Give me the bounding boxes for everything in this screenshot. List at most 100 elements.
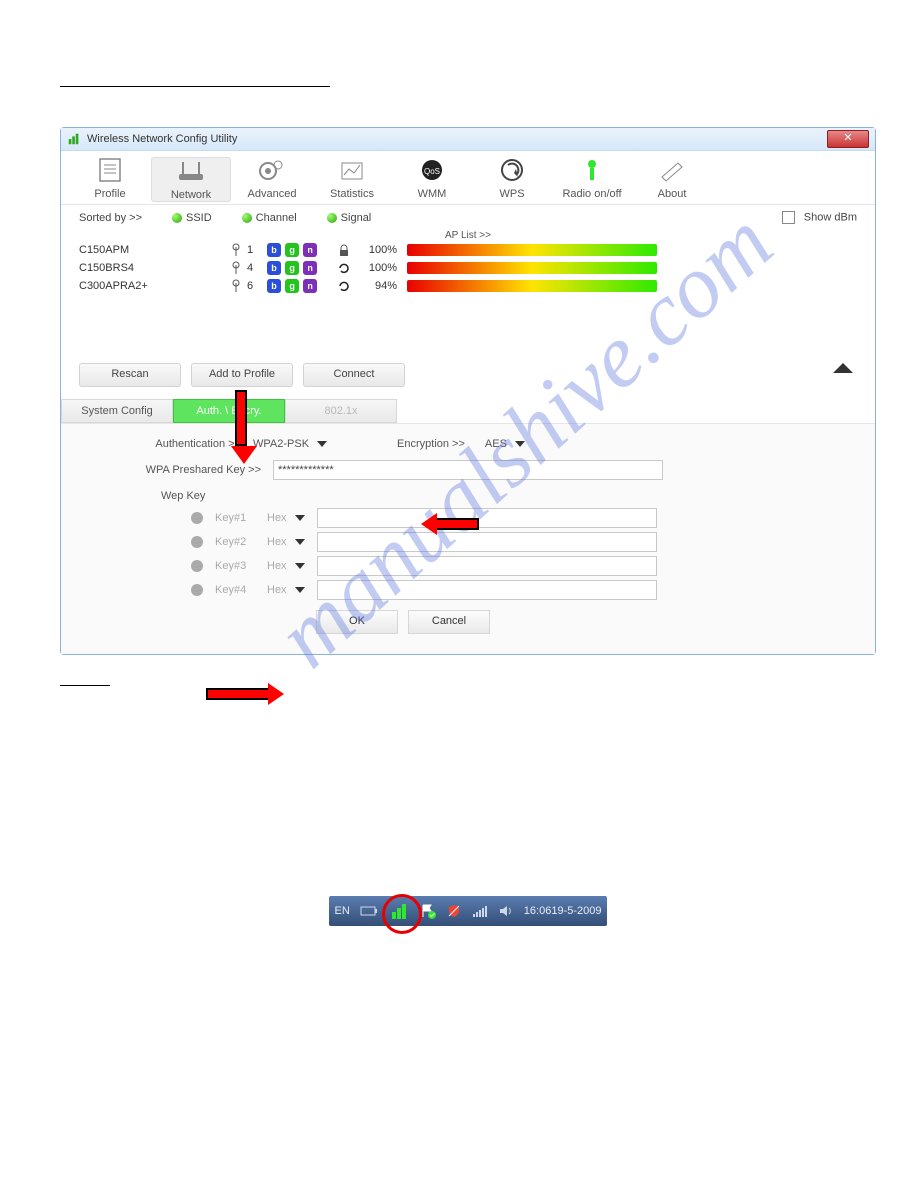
signal-bar <box>407 244 657 256</box>
tab-system-config[interactable]: System Config <box>61 399 173 423</box>
wep-key-row: Key#2 Hex <box>191 532 845 552</box>
wep-key-input[interactable] <box>317 580 657 600</box>
show-dbm-check[interactable]: Show dBm <box>782 211 857 224</box>
tray-power-icon[interactable] <box>360 904 378 918</box>
tab-network[interactable]: Network <box>151 157 231 202</box>
radio-icon[interactable] <box>191 536 203 548</box>
mode-n-icon: n <box>303 261 317 275</box>
tab-8021x[interactable]: 802.1x <box>285 399 397 423</box>
collapse-toggle[interactable] <box>833 363 857 377</box>
radio-icon <box>574 157 610 183</box>
titlebar: Wireless Network Config Utility ✕ <box>61 128 875 151</box>
ap-row[interactable]: C150APM 1 b g n 100% <box>61 241 875 259</box>
wep-key-type-dropdown[interactable]: Hex <box>267 512 305 524</box>
tab-radio[interactable]: Radio on/off <box>553 157 631 202</box>
wps-icon <box>494 157 530 183</box>
system-tray: EN 16:06 19-5-2009 <box>329 896 608 926</box>
psk-input[interactable] <box>273 460 663 480</box>
tab-statistics[interactable]: Statistics <box>313 157 391 202</box>
wep-key-type-dropdown[interactable]: Hex <box>267 536 305 548</box>
ap-signal: 100% <box>351 244 407 256</box>
tray-language[interactable]: EN <box>335 905 350 917</box>
wep-key-row: Key#3 Hex <box>191 556 845 576</box>
tab-wps[interactable]: WPS <box>473 157 551 202</box>
sort-ssid[interactable]: SSID <box>172 212 212 224</box>
tab-advanced[interactable]: Advanced <box>233 157 311 202</box>
main-toolbar: Profile Network Advanced Statistics QoS … <box>61 151 875 204</box>
mode-g-icon: g <box>285 261 299 275</box>
sort-channel[interactable]: Channel <box>242 212 297 224</box>
connect-button[interactable]: Connect <box>303 363 405 387</box>
chevron-down-icon <box>295 563 305 569</box>
mode-g-icon: g <box>285 279 299 293</box>
tab-about[interactable]: About <box>633 157 711 202</box>
add-to-profile-button[interactable]: Add to Profile <box>191 363 293 387</box>
ap-signal: 94% <box>351 280 407 292</box>
close-button[interactable]: ✕ <box>827 130 869 148</box>
doc-header-line <box>60 86 330 87</box>
page-separator <box>60 685 110 686</box>
wep-key-name: Key#4 <box>215 584 255 596</box>
wmm-icon: QoS <box>414 157 450 183</box>
tab-wmm[interactable]: QoS WMM <box>393 157 471 202</box>
filter-bar: Sorted by >> SSID Channel Signal Show dB… <box>61 204 875 230</box>
tray-clock[interactable]: 16:06 19-5-2009 <box>524 905 602 918</box>
advanced-icon <box>254 157 290 183</box>
cancel-button[interactable]: Cancel <box>408 610 490 634</box>
mode-b-icon: b <box>267 279 281 293</box>
auth-panel: Authentication >> WPA2-PSK Encryption >>… <box>61 423 875 654</box>
signal-bar <box>407 262 657 274</box>
chevron-down-icon <box>295 515 305 521</box>
radio-icon[interactable] <box>191 584 203 596</box>
mode-n-icon: n <box>303 243 317 257</box>
sorted-by-label: Sorted by >> <box>79 212 142 224</box>
wep-key-input[interactable] <box>317 556 657 576</box>
annotation-arrow-tab <box>231 390 251 464</box>
signal-bar <box>407 280 657 292</box>
authentication-dropdown[interactable]: WPA2-PSK <box>253 438 327 450</box>
ap-ssid: C150BRS4 <box>79 262 229 274</box>
wep-key-input[interactable] <box>317 508 657 528</box>
refresh-icon <box>337 279 351 293</box>
rescan-button[interactable]: Rescan <box>79 363 181 387</box>
tray-wifi-utility-icon[interactable] <box>388 900 410 922</box>
radio-icon[interactable] <box>191 560 203 572</box>
config-tab-row: System Config Auth. \ Encry. 802.1x <box>61 399 875 423</box>
lock-icon <box>337 243 351 257</box>
radio-icon[interactable] <box>191 512 203 524</box>
ap-channel: 6 <box>243 280 267 292</box>
mode-b-icon: b <box>267 261 281 275</box>
ap-channel: 4 <box>243 262 267 274</box>
tray-security-icon[interactable] <box>446 903 462 919</box>
wep-key-input[interactable] <box>317 532 657 552</box>
wep-key-row: Key#4 Hex <box>191 580 845 600</box>
tab-profile[interactable]: Profile <box>71 157 149 202</box>
led-icon <box>172 213 182 223</box>
chevron-down-icon <box>295 539 305 545</box>
sort-signal[interactable]: Signal <box>327 212 372 224</box>
tray-wifi-bars-icon[interactable] <box>472 904 488 918</box>
wep-key-type-dropdown[interactable]: Hex <box>267 584 305 596</box>
tray-volume-icon[interactable] <box>498 904 514 918</box>
wep-key-name: Key#1 <box>215 512 255 524</box>
ok-button[interactable]: OK <box>316 610 398 634</box>
chevron-down-icon <box>295 587 305 593</box>
mode-b-icon: b <box>267 243 281 257</box>
statistics-icon <box>334 157 370 183</box>
annotation-arrow-psk <box>421 513 479 535</box>
tray-flag-icon[interactable] <box>420 903 436 919</box>
psk-label: WPA Preshared Key >> <box>91 464 273 476</box>
ap-list-header: AP List >> <box>61 230 875 241</box>
ap-channel: 1 <box>243 244 267 256</box>
ap-row[interactable]: C150BRS4 4 b g n 100% <box>61 259 875 277</box>
wep-key-type-dropdown[interactable]: Hex <box>267 560 305 572</box>
tab-auth-encry[interactable]: Auth. \ Encry. <box>173 399 285 423</box>
tray-time: 16:06 <box>524 905 552 918</box>
chevron-down-icon <box>317 441 327 447</box>
mode-n-icon: n <box>303 279 317 293</box>
ap-row[interactable]: C300APRA2+ 6 b g n 94% <box>61 277 875 295</box>
ap-signal: 100% <box>351 262 407 274</box>
led-icon <box>327 213 337 223</box>
encryption-dropdown[interactable]: AES <box>485 438 525 450</box>
app-icon <box>67 132 81 146</box>
